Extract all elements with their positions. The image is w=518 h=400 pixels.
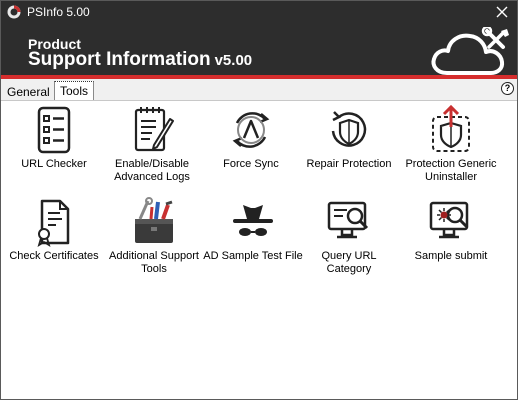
close-button[interactable] bbox=[487, 1, 517, 23]
banner-title: Support Information v5.00 bbox=[28, 49, 252, 71]
spy-incognito-icon bbox=[233, 205, 273, 236]
title-bar[interactable]: PSInfo 5.00 bbox=[1, 1, 517, 23]
sync-icon bbox=[232, 112, 270, 148]
app-window: PSInfo 5.00 Product Support Information v… bbox=[0, 0, 518, 400]
tool-repair-protection[interactable]: Repair Protection bbox=[299, 105, 399, 171]
banner-title-text: Support Information bbox=[28, 49, 211, 70]
checklist-icon bbox=[37, 106, 71, 154]
toolbox-icon bbox=[135, 197, 173, 243]
tool-label: Additional Support Tools bbox=[109, 250, 199, 275]
header-banner: Product Support Information v5.00 bbox=[1, 23, 517, 75]
tool-additional-support[interactable]: Additional Support Tools bbox=[104, 197, 204, 276]
tool-sample-submit[interactable]: Sample submit bbox=[401, 197, 501, 263]
tool-generic-uninstaller[interactable]: Protection Generic Uninstaller bbox=[401, 105, 501, 184]
tool-url-checker[interactable]: URL Checker bbox=[4, 105, 104, 171]
tool-label: Repair Protection bbox=[306, 158, 392, 170]
uninstall-shield-icon bbox=[432, 105, 470, 152]
tool-check-certificates[interactable]: Check Certificates bbox=[4, 197, 104, 263]
tool-label: Enable/Disable Advanced Logs bbox=[114, 158, 190, 183]
tab-general[interactable]: General bbox=[7, 85, 50, 99]
window-title: PSInfo 5.00 bbox=[27, 5, 90, 19]
help-icon[interactable]: ? bbox=[501, 82, 514, 95]
tool-label: Protection Generic Uninstaller bbox=[405, 158, 497, 183]
tool-query-url-category[interactable]: Query URL Category bbox=[299, 197, 399, 276]
tool-label: Sample submit bbox=[414, 250, 488, 262]
certificate-icon bbox=[37, 199, 70, 247]
tool-label: Check Certificates bbox=[9, 250, 99, 262]
shield-repair-icon bbox=[331, 111, 367, 147]
close-icon bbox=[496, 6, 508, 18]
tool-ad-sample-test[interactable]: AD Sample Test File bbox=[203, 197, 303, 263]
tool-label: AD Sample Test File bbox=[203, 250, 303, 262]
tool-label: Force Sync bbox=[223, 158, 279, 170]
tools-panel: URL Checker Enable/Disable Advanced Logs… bbox=[1, 100, 517, 399]
cloud-tools-logo-icon bbox=[431, 27, 509, 75]
banner-version: v5.00 bbox=[214, 52, 253, 69]
notepad-pen-icon bbox=[134, 107, 174, 152]
tab-tools[interactable]: Tools bbox=[54, 81, 95, 101]
tool-advanced-logs[interactable]: Enable/Disable Advanced Logs bbox=[102, 105, 202, 184]
tool-force-sync[interactable]: Force Sync bbox=[201, 105, 301, 171]
tool-label: Query URL Category bbox=[321, 250, 377, 275]
app-icon bbox=[7, 5, 21, 19]
monitor-bug-search-icon bbox=[429, 201, 469, 239]
monitor-search-icon bbox=[327, 201, 369, 239]
tab-strip: General Tools ? bbox=[1, 79, 517, 101]
tool-label: URL Checker bbox=[21, 158, 87, 170]
